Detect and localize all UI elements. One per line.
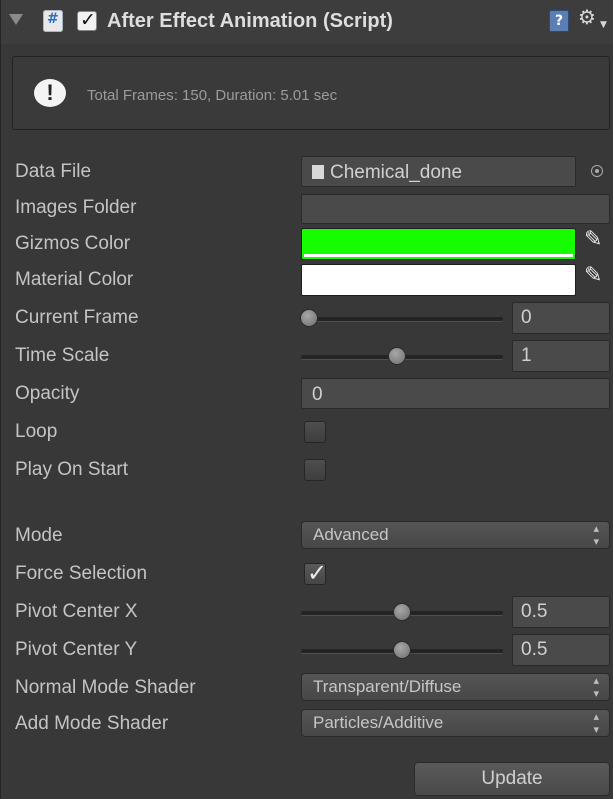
play-on-start-label: Play On Start — [15, 459, 128, 480]
mode-dropdown[interactable]: Advanced ▴ ▾ — [301, 521, 610, 549]
asset-file-icon — [312, 165, 324, 179]
current-frame-input[interactable]: 0 — [512, 302, 610, 334]
eyedropper-icon[interactable]: ✎ — [584, 263, 602, 288]
pivot-center-x-slider-thumb[interactable] — [393, 603, 411, 621]
time-scale-label: Time Scale — [15, 345, 110, 366]
eyedropper-icon[interactable]: ✎ — [584, 227, 602, 252]
pivot-center-x-label: Pivot Center X — [15, 601, 138, 622]
csharp-script-icon — [43, 10, 63, 32]
dropdown-arrows-icon: ▴ ▾ — [593, 522, 599, 548]
loop-label: Loop — [15, 421, 58, 442]
force-selection-checkbox[interactable]: ✓ — [304, 559, 327, 587]
info-message: Total Frames: 150, Duration: 5.01 sec — [87, 87, 338, 104]
foldout-arrow-icon[interactable] — [9, 14, 23, 25]
info-box: ! Total Frames: 150, Duration: 5.01 sec — [12, 56, 610, 130]
chevron-down-icon: ▼ — [600, 20, 607, 30]
add-mode-shader-value: Particles/Additive — [313, 713, 444, 732]
force-selection-label: Force Selection — [15, 563, 148, 584]
component-enabled-checkbox[interactable]: ✓ — [77, 9, 97, 31]
play-on-start-checkbox[interactable] — [304, 459, 326, 481]
object-picker-icon[interactable] — [591, 165, 603, 177]
data-file-label: Data File — [15, 161, 92, 182]
component-header: ✓ After Effect Animation (Script) ? ⚙ ▼ — [1, 0, 613, 44]
gizmos-color-field[interactable] — [301, 228, 576, 260]
dropdown-arrows-icon: ▴ ▾ — [593, 674, 599, 700]
data-file-value: Chemical_done — [330, 162, 463, 183]
checkmark-icon: ✓ — [80, 9, 96, 31]
inspector-panel: ✓ After Effect Animation (Script) ? ⚙ ▼ … — [0, 0, 613, 799]
help-book-icon[interactable]: ? — [549, 10, 569, 32]
current-frame-slider-thumb[interactable] — [300, 309, 318, 327]
alpha-bar — [304, 290, 573, 293]
current-frame-label: Current Frame — [15, 307, 139, 328]
component-title: After Effect Animation (Script) — [107, 10, 393, 32]
pivot-center-x-input[interactable]: 0.5 — [512, 596, 610, 628]
mode-label: Mode — [15, 525, 63, 546]
opacity-input[interactable]: 0 — [301, 378, 610, 409]
gear-icon[interactable]: ⚙ — [578, 5, 596, 29]
pivot-center-y-slider-thumb[interactable] — [393, 641, 411, 659]
add-mode-shader-label: Add Mode Shader — [15, 713, 169, 734]
time-scale-slider-thumb[interactable] — [388, 347, 406, 365]
update-button[interactable]: Update — [414, 762, 610, 796]
pivot-center-y-label: Pivot Center Y — [15, 639, 138, 660]
checkmark-icon: ✓ — [307, 559, 328, 587]
normal-mode-shader-dropdown[interactable]: Transparent/Diffuse ▴ ▾ — [301, 673, 610, 701]
images-folder-field[interactable] — [301, 194, 610, 224]
time-scale-input[interactable]: 1 — [512, 340, 610, 372]
data-file-field[interactable]: Chemical_done — [301, 156, 576, 187]
current-frame-slider[interactable] — [301, 317, 503, 322]
info-exclamation-icon: ! — [34, 79, 66, 107]
pivot-center-y-input[interactable]: 0.5 — [512, 634, 610, 666]
normal-mode-shader-value: Transparent/Diffuse — [313, 677, 462, 696]
opacity-label: Opacity — [15, 383, 80, 404]
normal-mode-shader-label: Normal Mode Shader — [15, 677, 196, 698]
material-color-field[interactable] — [301, 264, 576, 296]
images-folder-label: Images Folder — [15, 197, 137, 218]
add-mode-shader-dropdown[interactable]: Particles/Additive ▴ ▾ — [301, 709, 610, 737]
alpha-bar — [304, 254, 573, 257]
dropdown-arrows-icon: ▴ ▾ — [593, 710, 599, 736]
material-color-label: Material Color — [15, 269, 134, 290]
gizmos-color-label: Gizmos Color — [15, 233, 131, 254]
mode-value: Advanced — [313, 525, 389, 544]
loop-checkbox[interactable] — [304, 421, 326, 443]
